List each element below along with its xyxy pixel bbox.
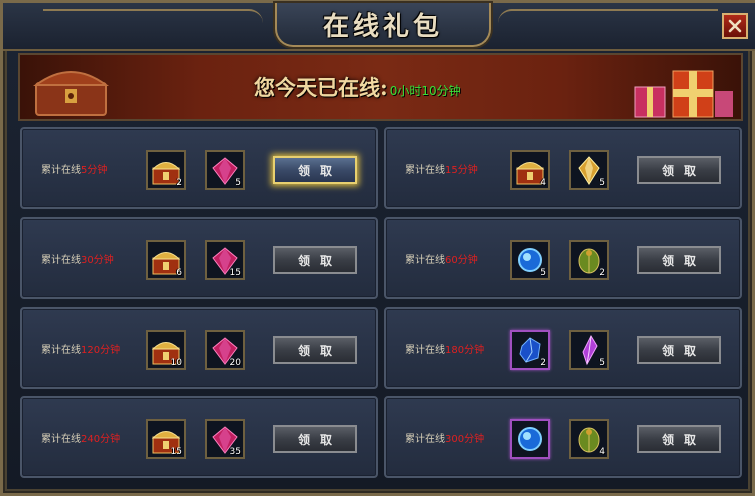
- claim-button[interactable]: 领取: [273, 425, 357, 453]
- requirement-duration: 180分钟: [445, 345, 485, 356]
- reward-item-slot[interactable]: 2: [569, 240, 609, 280]
- title-ornament-left: [43, 9, 263, 29]
- requirement-duration: 240分钟: [81, 434, 121, 445]
- reward-row: 累计在线30分钟 6 15 领取: [20, 217, 378, 299]
- reward-item-slot[interactable]: 4: [569, 419, 609, 459]
- item-quantity: 4: [599, 447, 605, 457]
- requirement-prefix: 累计在线: [41, 434, 81, 445]
- claim-button[interactable]: 领取: [637, 425, 721, 453]
- claim-button[interactable]: 领取: [637, 246, 721, 274]
- window-title: 在线礼包: [322, 11, 443, 42]
- requirement-prefix: 累计在线: [405, 345, 445, 356]
- reward-row: 累计在线60分钟 5 2 领取: [384, 217, 742, 299]
- item-quantity: 4: [540, 178, 546, 188]
- treasure-chest-icon: [32, 71, 110, 116]
- requirement-prefix: 累计在线: [405, 255, 445, 266]
- requirement-duration: 300分钟: [445, 434, 485, 445]
- gift-boxes-icon: [634, 70, 733, 118]
- item-quantity: 35: [229, 447, 241, 457]
- reward-item-slot[interactable]: 5: [569, 330, 609, 370]
- reward-row: 累计在线300分钟 4 领取: [384, 396, 742, 478]
- title-ornament-right: [498, 9, 718, 29]
- reward-item-slot[interactable]: 20: [205, 330, 245, 370]
- reward-item-slot[interactable]: 35: [205, 419, 245, 459]
- title-bar: 在线礼包: [3, 3, 755, 51]
- reward-requirement: 累计在线120分钟: [41, 341, 120, 356]
- item-quantity: 10: [170, 358, 182, 368]
- reward-item-slot[interactable]: 5: [510, 240, 550, 280]
- item-quantity: 5: [235, 178, 241, 188]
- item-quantity: 2: [540, 358, 546, 368]
- close-button[interactable]: [722, 13, 748, 39]
- item-quantity: 6: [176, 268, 182, 278]
- reward-requirement: 累计在线30分钟: [41, 251, 114, 266]
- item-quantity: 2: [176, 178, 182, 188]
- reward-item-slot[interactable]: 15: [205, 240, 245, 280]
- requirement-prefix: 累计在线: [41, 165, 81, 176]
- close-icon: [728, 19, 742, 33]
- reward-row: 累计在线240分钟 15 35 领取: [20, 396, 378, 478]
- item-quantity: 5: [599, 358, 605, 368]
- requirement-prefix: 累计在线: [405, 434, 445, 445]
- item-quantity: 15: [170, 447, 182, 457]
- reward-row: 累计在线180分钟 2 5 领取: [384, 307, 742, 389]
- online-gift-window: 在线礼包 您今天已在线: 0小时10分钟 累计在线5分钟 2 5 领取 累计在线1: [0, 0, 755, 496]
- claim-button[interactable]: 领取: [273, 336, 357, 364]
- reward-item-slot[interactable]: 4: [510, 150, 550, 190]
- reward-item-slot[interactable]: 5: [569, 150, 609, 190]
- item-quantity: 2: [599, 268, 605, 278]
- reward-item-slot[interactable]: 2: [510, 330, 550, 370]
- item-quantity: 20: [229, 358, 241, 368]
- reward-item-slot[interactable]: 15: [146, 419, 186, 459]
- reward-row: 累计在线120分钟 10 20 领取: [20, 307, 378, 389]
- reward-item-slot[interactable]: 2: [146, 150, 186, 190]
- requirement-duration: 30分钟: [81, 255, 114, 266]
- requirement-prefix: 累计在线: [41, 345, 81, 356]
- requirement-duration: 5分钟: [81, 165, 108, 176]
- reward-row: 累计在线15分钟 4 5 领取: [384, 127, 742, 209]
- blue-orb-icon: [518, 427, 542, 451]
- reward-item-slot[interactable]: [510, 419, 550, 459]
- reward-requirement: 累计在线60分钟: [405, 251, 478, 266]
- reward-item-slot[interactable]: 5: [205, 150, 245, 190]
- reward-requirement: 累计在线240分钟: [41, 430, 120, 445]
- requirement-duration: 120分钟: [81, 345, 121, 356]
- claim-button[interactable]: 领取: [273, 156, 357, 184]
- title-plate: 在线礼包: [275, 3, 491, 47]
- reward-item-slot[interactable]: 10: [146, 330, 186, 370]
- online-today-label: 您今天已在线:: [254, 75, 388, 100]
- requirement-duration: 15分钟: [445, 165, 478, 176]
- item-quantity: 5: [599, 178, 605, 188]
- requirement-duration: 60分钟: [445, 255, 478, 266]
- reward-requirement: 累计在线180分钟: [405, 341, 484, 356]
- item-quantity: 5: [540, 268, 546, 278]
- reward-requirement: 累计在线15分钟: [405, 161, 478, 176]
- item-quantity: 15: [229, 268, 241, 278]
- reward-requirement: 累计在线5分钟: [41, 161, 107, 176]
- claim-button[interactable]: 领取: [273, 246, 357, 274]
- reward-requirement: 累计在线300分钟: [405, 430, 484, 445]
- online-time-banner: 您今天已在线: 0小时10分钟: [18, 53, 743, 121]
- requirement-prefix: 累计在线: [405, 165, 445, 176]
- online-time-value: 0小时10分钟: [389, 84, 461, 98]
- claim-button[interactable]: 领取: [637, 156, 721, 184]
- reward-row: 累计在线5分钟 2 5 领取: [20, 127, 378, 209]
- claim-button[interactable]: 领取: [637, 336, 721, 364]
- requirement-prefix: 累计在线: [41, 255, 81, 266]
- reward-item-slot[interactable]: 6: [146, 240, 186, 280]
